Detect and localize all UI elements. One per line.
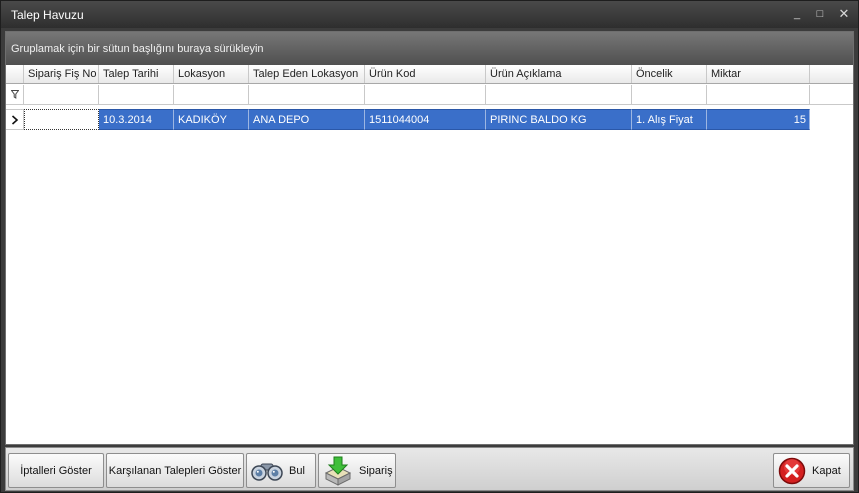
- bul-button[interactable]: Bul: [246, 453, 316, 488]
- column-header-lokasyon[interactable]: Lokasyon: [174, 65, 249, 83]
- talep-havuzu-window: Talep Havuzu _ □ ✕ Gruplamak için bir sü…: [0, 0, 859, 493]
- kapat-label: Kapat: [812, 464, 841, 477]
- cell-miktar[interactable]: 15: [707, 109, 810, 130]
- filter-funnel-icon: [11, 90, 19, 99]
- karsilanan-talepleri-goster-button[interactable]: Karşılanan Talepleri Göster: [106, 453, 244, 488]
- window-title: Talep Havuzu: [11, 8, 84, 22]
- column-header-row: Sipariş Fiş No Talep Tarihi Lokasyon Tal…: [6, 65, 853, 84]
- column-header-talep-eden-lokasyon[interactable]: Talep Eden Lokasyon: [249, 65, 365, 83]
- order-download-icon: [324, 456, 352, 486]
- row-indicator-cell: [6, 109, 24, 130]
- cell-lokasyon[interactable]: KADIKÖY: [174, 109, 249, 130]
- filter-cell-oncelik[interactable]: [632, 85, 707, 104]
- filter-cell-urun-aciklama[interactable]: [486, 85, 632, 104]
- column-header-oncelik[interactable]: Öncelik: [632, 65, 707, 83]
- title-bar[interactable]: Talep Havuzu _ □ ✕: [1, 1, 858, 28]
- group-panel[interactable]: Gruplamak için bir sütun başlığını buray…: [6, 32, 853, 65]
- filter-cell-urun-kod[interactable]: [365, 85, 486, 104]
- close-red-icon: [778, 457, 806, 484]
- auto-filter-row: [6, 85, 853, 105]
- binoculars-icon: [251, 463, 283, 481]
- grid-container: Gruplamak için bir sütun başlığını buray…: [5, 31, 854, 445]
- table-row[interactable]: 10.3.2014 KADIKÖY ANA DEPO 1511044004 PI…: [6, 109, 853, 130]
- karsilanan-label: Karşılanan Talepleri Göster: [108, 464, 242, 477]
- row-pointer-icon: [11, 115, 19, 125]
- maximize-button[interactable]: □: [811, 6, 829, 22]
- cell-oncelik[interactable]: 1. Alış Fiyat: [632, 109, 707, 130]
- siparis-label: Sipariş: [359, 464, 393, 477]
- column-header-talep-tarihi[interactable]: Talep Tarihi: [99, 65, 174, 83]
- kapat-button[interactable]: Kapat: [773, 453, 850, 488]
- minimize-button[interactable]: _: [788, 6, 806, 22]
- column-header-siparis-fis-no[interactable]: Sipariş Fiş No: [24, 65, 99, 83]
- filter-indicator-cell: [6, 85, 24, 104]
- filter-cell-miktar[interactable]: [707, 85, 810, 104]
- cell-urun-kod[interactable]: 1511044004: [365, 109, 486, 130]
- column-header-urun-aciklama[interactable]: Ürün Açıklama: [486, 65, 632, 83]
- filter-cell-lokasyon[interactable]: [174, 85, 249, 104]
- siparis-button[interactable]: Sipariş: [318, 453, 396, 488]
- filter-cell-talep-eden-lokasyon[interactable]: [249, 85, 365, 104]
- column-header-urun-kod[interactable]: Ürün Kod: [365, 65, 486, 83]
- cell-siparis-fis-no[interactable]: [24, 109, 99, 130]
- cell-urun-aciklama[interactable]: PIRINC BALDO KG: [486, 109, 632, 130]
- filter-cell-siparis-fis-no[interactable]: [24, 85, 99, 104]
- cell-talep-eden-lokasyon[interactable]: ANA DEPO: [249, 109, 365, 130]
- cell-talep-tarihi[interactable]: 10.3.2014: [99, 109, 174, 130]
- filter-cell-talep-tarihi[interactable]: [99, 85, 174, 104]
- group-panel-hint: Gruplamak için bir sütun başlığını buray…: [11, 43, 264, 55]
- iptalleri-goster-label: İptalleri Göster: [20, 464, 92, 477]
- bul-label: Bul: [289, 464, 305, 477]
- header-indicator-cell: [6, 65, 24, 83]
- bottom-button-bar: İptalleri Göster Karşılanan Talepleri Gö…: [5, 447, 854, 491]
- close-window-button[interactable]: ✕: [835, 6, 853, 22]
- column-header-miktar[interactable]: Miktar: [707, 65, 810, 83]
- iptalleri-goster-button[interactable]: İptalleri Göster: [8, 453, 104, 488]
